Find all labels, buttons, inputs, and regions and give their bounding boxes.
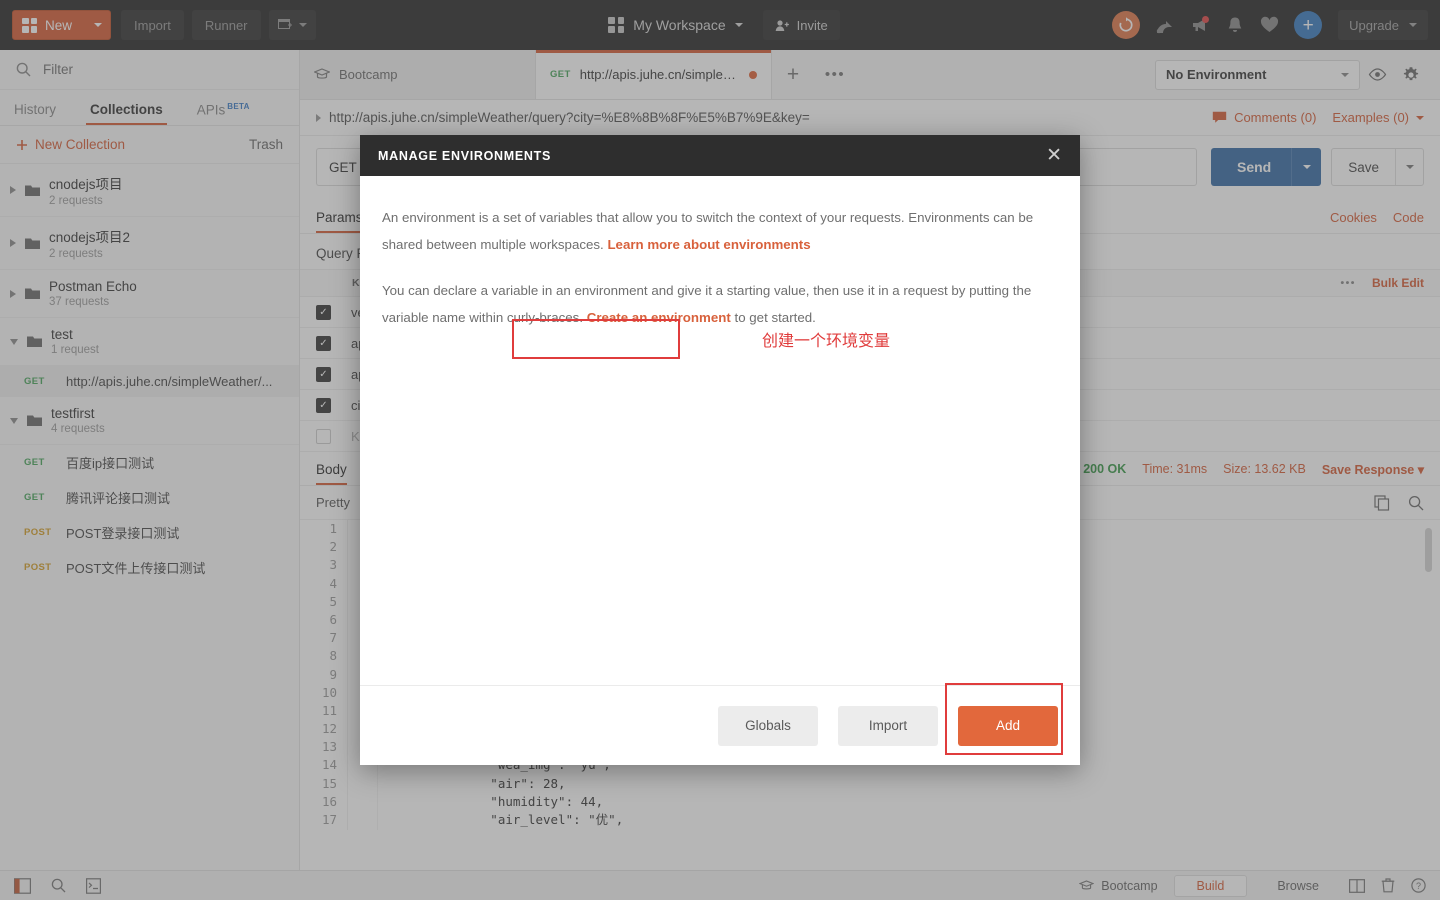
annotation-box-create-environment [512, 319, 680, 359]
postman-app: New Import Runner My Workspace Invite + … [0, 0, 1440, 900]
close-icon[interactable]: ✕ [1046, 146, 1062, 165]
modal-footer: Globals Import Add [360, 683, 1080, 765]
annotation-box-add [945, 683, 1063, 755]
learn-more-link[interactable]: Learn more about environments [607, 237, 810, 252]
globals-button[interactable]: Globals [718, 705, 818, 746]
annotation-text-cn: 创建一个环境变量 [762, 331, 891, 350]
manage-environments-modal: MANAGE ENVIRONMENTS ✕ An environment is … [360, 135, 1080, 765]
import-button[interactable]: Import [838, 705, 938, 746]
modal-title: MANAGE ENVIRONMENTS [378, 148, 552, 163]
modal-para2-tail: to get started. [730, 310, 816, 325]
modal-body: An environment is a set of variables tha… [360, 176, 1080, 685]
modal-paragraph-1: An environment is a set of variables tha… [382, 204, 1058, 258]
modal-paragraph-2: You can declare a variable in an environ… [382, 277, 1058, 331]
modal-header: MANAGE ENVIRONMENTS ✕ [360, 135, 1080, 176]
